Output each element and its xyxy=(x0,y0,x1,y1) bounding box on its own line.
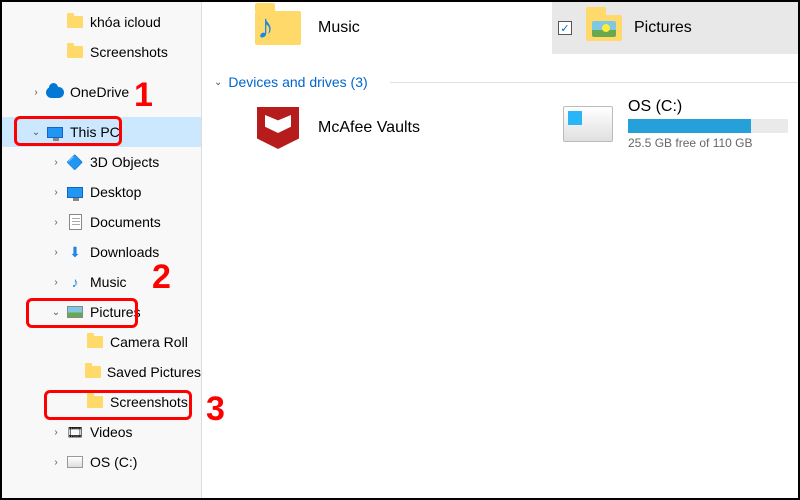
annotation-box-3 xyxy=(44,390,192,420)
tree-label: Saved Pictures xyxy=(107,364,201,380)
3d-objects-icon: 🔷 xyxy=(66,153,84,171)
tree-item-documents[interactable]: › Documents xyxy=(2,207,201,237)
pictures-folder-icon xyxy=(584,8,624,48)
content-pane[interactable]: ✓ Pictures ♪ Music ⌄ Devices and drives … xyxy=(202,2,798,498)
music-folder-icon: ♪ xyxy=(252,2,304,54)
section-divider xyxy=(390,82,798,83)
annotation-number-2: 2 xyxy=(152,258,171,297)
disk-drive-icon xyxy=(562,98,614,150)
header-pictures-label: Pictures xyxy=(634,19,692,37)
tree-item-desktop[interactable]: › Desktop xyxy=(2,177,201,207)
chevron-right-icon: › xyxy=(50,456,62,468)
tree-label: Documents xyxy=(90,214,161,230)
section-label: Devices and drives (3) xyxy=(228,74,367,90)
chevron-icon xyxy=(50,16,62,28)
tree-item-videos[interactable]: › 🎞 Videos xyxy=(2,417,201,447)
devices-drives-header[interactable]: ⌄ Devices and drives (3) xyxy=(214,74,368,90)
tree-item-screenshots-upper[interactable]: Screenshots xyxy=(2,37,201,67)
tree-label: Screenshots xyxy=(90,44,168,60)
chevron-right-icon: › xyxy=(50,156,62,168)
annotation-box-2 xyxy=(26,298,138,328)
chevron-right-icon: › xyxy=(30,86,42,98)
tree-label: OS (C:) xyxy=(90,454,137,470)
chevron-right-icon: › xyxy=(50,186,62,198)
tree-label: Music xyxy=(90,274,127,290)
tree-label: Downloads xyxy=(90,244,159,260)
mcafee-icon xyxy=(252,102,304,154)
chevron-icon xyxy=(50,46,62,58)
tree-item-saved-pictures[interactable]: Saved Pictures xyxy=(2,357,201,387)
tree-label: khóa icloud xyxy=(90,14,161,30)
chevron-right-icon: › xyxy=(50,246,62,258)
tree-item-onedrive[interactable]: › OneDrive xyxy=(2,77,201,107)
chevron-icon xyxy=(70,336,82,348)
tree-label: Desktop xyxy=(90,184,141,200)
music-folder-tile[interactable]: ♪ Music xyxy=(252,2,360,54)
folder-icon xyxy=(66,13,84,31)
music-label: Music xyxy=(318,19,360,37)
drive-usage-bar xyxy=(628,119,788,133)
disk-icon xyxy=(66,453,84,471)
tree-item-os-c[interactable]: › OS (C:) xyxy=(2,447,201,477)
chevron-down-icon: ⌄ xyxy=(214,77,222,88)
mcafee-vaults-tile[interactable]: McAfee Vaults xyxy=(252,102,420,154)
videos-icon: 🎞 xyxy=(66,423,84,441)
tree-item-khoa-icloud[interactable]: khóa icloud xyxy=(2,7,201,37)
music-icon: ♪ xyxy=(66,273,84,291)
mcafee-label: McAfee Vaults xyxy=(318,119,420,137)
annotation-number-1: 1 xyxy=(134,76,153,115)
drive-name: OS (C:) xyxy=(628,98,788,116)
documents-icon xyxy=(66,213,84,231)
tree-label: OneDrive xyxy=(70,84,129,100)
downloads-icon: ⬇ xyxy=(66,243,84,261)
folder-icon xyxy=(85,363,101,381)
chevron-icon xyxy=(70,366,81,378)
tree-label: Camera Roll xyxy=(110,334,188,350)
folder-icon xyxy=(66,43,84,61)
tree-label: Videos xyxy=(90,424,133,440)
annotation-box-1 xyxy=(14,116,122,146)
tree-item-downloads[interactable]: › ⬇ Downloads xyxy=(2,237,201,267)
os-drive-tile[interactable]: OS (C:) 25.5 GB free of 110 GB xyxy=(562,98,788,150)
tree-item-camera-roll[interactable]: Camera Roll xyxy=(2,327,201,357)
navigation-tree: khóa icloud Screenshots › OneDrive ⌄ Thi… xyxy=(2,2,202,498)
folder-icon xyxy=(86,333,104,351)
tree-item-3d-objects[interactable]: › 🔷 3D Objects xyxy=(2,147,201,177)
desktop-icon xyxy=(66,183,84,201)
chevron-right-icon: › xyxy=(50,276,62,288)
header-pictures-tile[interactable]: ✓ Pictures xyxy=(552,2,798,54)
drive-free-text: 25.5 GB free of 110 GB xyxy=(628,136,788,150)
onedrive-icon xyxy=(46,83,64,101)
drive-usage-fill xyxy=(628,119,751,133)
chevron-right-icon: › xyxy=(50,426,62,438)
checkbox-checked-icon[interactable]: ✓ xyxy=(558,21,572,35)
chevron-right-icon: › xyxy=(50,216,62,228)
tree-label: 3D Objects xyxy=(90,154,159,170)
tree-item-music[interactable]: › ♪ Music xyxy=(2,267,201,297)
annotation-number-3: 3 xyxy=(206,390,225,429)
